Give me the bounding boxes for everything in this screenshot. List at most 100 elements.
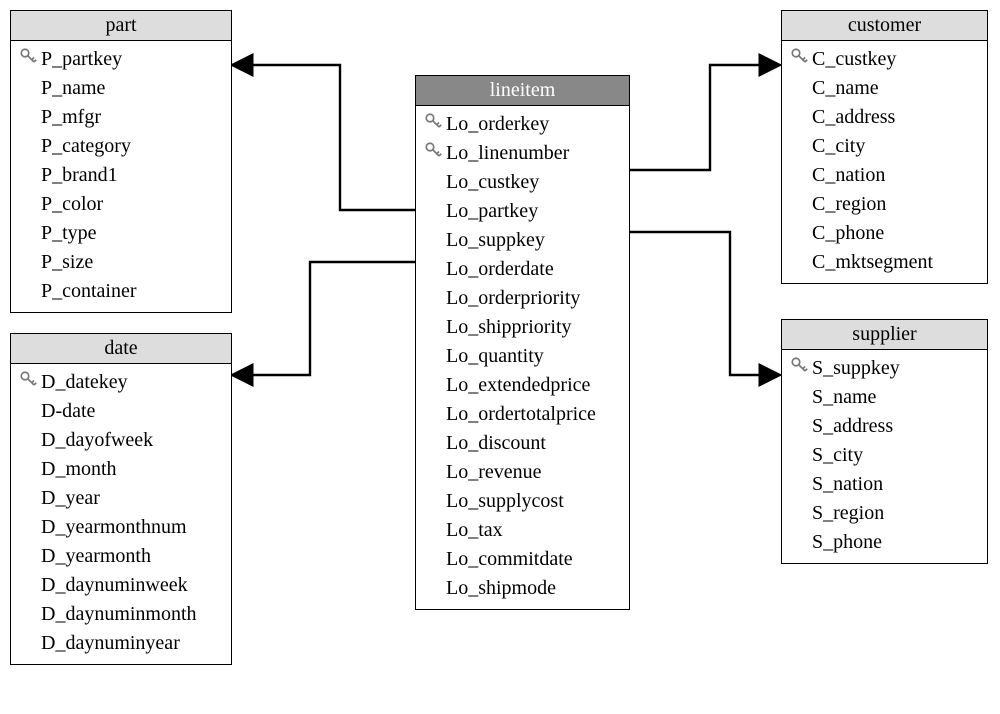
field-row: D_yearmonth: [19, 542, 223, 571]
field-name: S_phone: [812, 528, 882, 557]
field-name: D_daynuminweek: [41, 571, 188, 600]
key-icon: [19, 368, 41, 397]
field-name: C_nation: [812, 161, 885, 190]
field-row: Lo_revenue: [424, 458, 621, 487]
field-name: Lo_shipmode: [446, 574, 556, 603]
field-name: Lo_quantity: [446, 342, 544, 371]
field-row: P_color: [19, 190, 223, 219]
field-name: P_container: [41, 277, 137, 306]
field-row: Lo_partkey: [424, 197, 621, 226]
field-name: Lo_discount: [446, 429, 546, 458]
field-name: P_mfgr: [41, 103, 101, 132]
entity-customer: customer C_custkeyC_nameC_addressC_cityC…: [781, 10, 988, 284]
field-row: D-date: [19, 397, 223, 426]
field-row: Lo_tax: [424, 516, 621, 545]
field-name: P_color: [41, 190, 103, 219]
field-name: S_suppkey: [812, 354, 900, 383]
field-row: Lo_shippriority: [424, 313, 621, 342]
field-row: Lo_discount: [424, 429, 621, 458]
field-row: S_suppkey: [790, 354, 979, 383]
field-row: P_mfgr: [19, 103, 223, 132]
field-row: Lo_custkey: [424, 168, 621, 197]
field-row: Lo_supplycost: [424, 487, 621, 516]
field-row: C_mktsegment: [790, 248, 979, 277]
field-name: C_address: [812, 103, 895, 132]
entity-supplier-body: S_suppkeyS_nameS_addressS_cityS_nationS_…: [782, 350, 987, 563]
field-row: Lo_linenumber: [424, 139, 621, 168]
entity-date-header: date: [11, 334, 231, 364]
field-name: D_datekey: [41, 368, 128, 397]
field-name: C_region: [812, 190, 886, 219]
entity-lineitem: lineitem Lo_orderkeyLo_linenumberLo_cust…: [415, 75, 630, 610]
field-row: S_city: [790, 441, 979, 470]
field-name: Lo_partkey: [446, 197, 538, 226]
field-name: D_dayofweek: [41, 426, 153, 455]
field-row: S_nation: [790, 470, 979, 499]
entity-part-header: part: [11, 11, 231, 41]
field-row: C_nation: [790, 161, 979, 190]
field-row: C_city: [790, 132, 979, 161]
field-name: C_name: [812, 74, 879, 103]
field-row: P_partkey: [19, 45, 223, 74]
field-row: Lo_orderkey: [424, 110, 621, 139]
field-name: Lo_orderkey: [446, 110, 549, 139]
field-row: S_region: [790, 499, 979, 528]
field-row: P_size: [19, 248, 223, 277]
field-row: P_name: [19, 74, 223, 103]
field-row: D_month: [19, 455, 223, 484]
field-name: P_name: [41, 74, 105, 103]
field-row: Lo_suppkey: [424, 226, 621, 255]
field-name: P_brand1: [41, 161, 118, 190]
field-name: P_type: [41, 219, 97, 248]
field-row: C_name: [790, 74, 979, 103]
field-name: C_city: [812, 132, 865, 161]
field-row: S_name: [790, 383, 979, 412]
field-name: C_mktsegment: [812, 248, 933, 277]
field-name: S_name: [812, 383, 876, 412]
field-row: D_yearmonthnum: [19, 513, 223, 542]
field-row: P_brand1: [19, 161, 223, 190]
field-name: Lo_orderdate: [446, 255, 554, 284]
entity-customer-header: customer: [782, 11, 987, 41]
field-name: D_month: [41, 455, 117, 484]
field-name: C_phone: [812, 219, 884, 248]
key-icon: [790, 354, 812, 383]
field-name: Lo_shippriority: [446, 313, 572, 342]
field-name: D-date: [41, 397, 95, 426]
field-name: P_partkey: [41, 45, 122, 74]
entity-part-body: P_partkeyP_nameP_mfgrP_categoryP_brand1P…: [11, 41, 231, 312]
field-name: D_daynuminyear: [41, 629, 180, 658]
field-row: D_daynuminweek: [19, 571, 223, 600]
entity-lineitem-body: Lo_orderkeyLo_linenumberLo_custkeyLo_par…: [416, 106, 629, 609]
field-row: D_year: [19, 484, 223, 513]
field-row: Lo_quantity: [424, 342, 621, 371]
key-icon: [19, 45, 41, 74]
field-name: S_region: [812, 499, 884, 528]
entity-supplier-header: supplier: [782, 320, 987, 350]
field-row: D_datekey: [19, 368, 223, 397]
field-name: S_nation: [812, 470, 883, 499]
entity-customer-body: C_custkeyC_nameC_addressC_cityC_nationC_…: [782, 41, 987, 283]
field-row: C_custkey: [790, 45, 979, 74]
field-name: Lo_extendedprice: [446, 371, 590, 400]
field-name: Lo_custkey: [446, 168, 539, 197]
field-row: Lo_orderdate: [424, 255, 621, 284]
field-row: S_address: [790, 412, 979, 441]
field-row: Lo_extendedprice: [424, 371, 621, 400]
field-name: Lo_linenumber: [446, 139, 569, 168]
entity-supplier: supplier S_suppkeyS_nameS_addressS_cityS…: [781, 319, 988, 564]
entity-part: part P_partkeyP_nameP_mfgrP_categoryP_br…: [10, 10, 232, 313]
field-row: P_category: [19, 132, 223, 161]
field-name: S_city: [812, 441, 863, 470]
key-icon: [424, 110, 446, 139]
field-row: Lo_ordertotalprice: [424, 400, 621, 429]
field-row: Lo_shipmode: [424, 574, 621, 603]
field-name: D_daynuminmonth: [41, 600, 197, 629]
field-name: Lo_tax: [446, 516, 503, 545]
field-name: Lo_suppkey: [446, 226, 545, 255]
field-name: C_custkey: [812, 45, 896, 74]
key-icon: [424, 139, 446, 168]
field-row: D_daynuminmonth: [19, 600, 223, 629]
entity-date: date D_datekeyD-dateD_dayofweekD_monthD_…: [10, 333, 232, 665]
entity-lineitem-header: lineitem: [416, 76, 629, 106]
